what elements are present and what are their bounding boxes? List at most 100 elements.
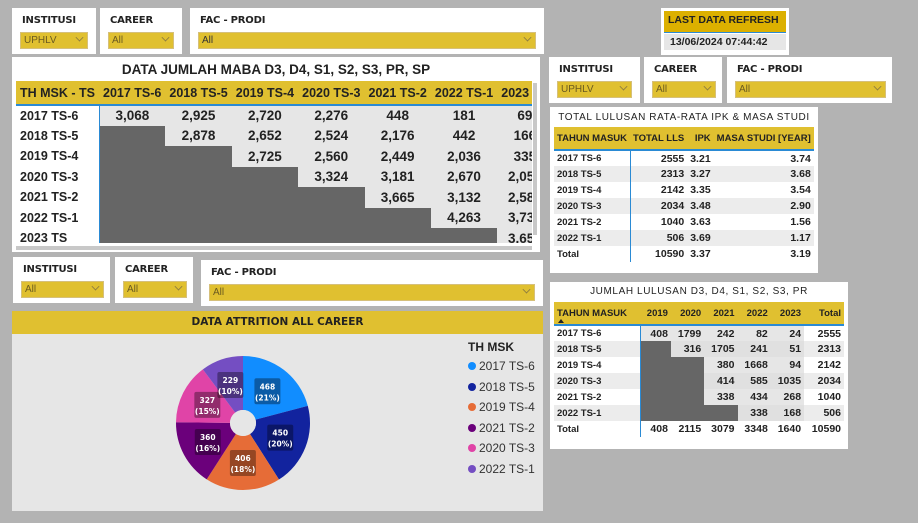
value-cell: 24 — [770, 325, 805, 341]
empty-cell — [231, 207, 299, 228]
dropdown-value: All — [202, 35, 214, 46]
value-cell: 506 — [630, 230, 688, 246]
table-row: 2018 TS-5 316 1705 241 51 2313 — [554, 341, 844, 357]
slice-percent-label: (16%) — [195, 444, 220, 453]
column-header[interactable]: 2021 TS-2 — [364, 81, 431, 106]
column-header[interactable]: 2021 — [704, 302, 738, 326]
row-label: 2020 TS-3 — [16, 166, 100, 187]
legend-item[interactable]: 2021 TS-2 — [468, 418, 535, 439]
lulusan-table: TAHUN MASUK 2019 2020 2021 2022 2023 Total 201… — [554, 302, 844, 437]
row-header-column[interactable]: TH MSK - TS — [16, 81, 99, 106]
horizontal-scrollbar[interactable] — [16, 246, 532, 250]
column-header[interactable]: IPK — [687, 127, 714, 151]
institusi-dropdown[interactable]: All — [21, 281, 104, 298]
dropdown-value: All — [112, 35, 124, 46]
institusi-dropdown[interactable]: UPHLV — [20, 32, 88, 49]
value-cell: 10590 — [811, 423, 841, 435]
column-header[interactable]: 2019 — [640, 302, 671, 326]
value-cell: 2,652 — [231, 125, 299, 146]
value-cell: 3.37 — [690, 248, 711, 260]
column-header[interactable]: 2023 — [770, 302, 805, 326]
column-header[interactable]: 2020 — [670, 302, 705, 326]
slicer-institusi-top: INSTITUSI UPHLV — [12, 8, 96, 54]
value-cell: 316 — [670, 341, 705, 357]
column-header[interactable]: 2022 TS-1 — [430, 81, 498, 106]
slice-percent-label: (21%) — [255, 393, 280, 402]
slice-data-label: 229 (10%) — [217, 372, 244, 399]
value-cell: 2,051 — [497, 166, 532, 187]
career-dropdown[interactable]: All — [108, 32, 174, 49]
column-header[interactable]: 2020 TS-3 — [298, 81, 365, 106]
column-header-label: 2019 — [646, 307, 668, 319]
institusi-dropdown[interactable]: UPHLV — [557, 81, 632, 98]
column-header[interactable]: 2022 — [737, 302, 771, 326]
slicer-career-right: CAREER All — [644, 57, 722, 103]
value-cell: 10590 — [655, 248, 685, 260]
total-row: Total 10590 3.37 3.19 — [554, 246, 814, 262]
slicer-label: CAREER — [125, 264, 168, 275]
column-header[interactable]: TAHUN MASUK — [554, 127, 631, 151]
value-cell: 1040 — [817, 391, 841, 403]
column-header[interactable]: TOTAL LLS — [630, 127, 688, 151]
column-header[interactable]: TAHUN MASUK — [554, 302, 641, 326]
empty-cell — [430, 228, 498, 243]
slicer-label: FAC - PRODI — [200, 15, 266, 26]
career-dropdown[interactable]: All — [652, 81, 716, 98]
career-dropdown[interactable]: All — [123, 281, 187, 298]
table-row: 2017 TS-6 408 1799 242 82 24 2555 — [554, 325, 844, 341]
vertical-scrollbar[interactable] — [533, 83, 537, 235]
column-header[interactable]: Total — [804, 302, 844, 326]
legend-item[interactable]: 2022 TS-1 — [468, 459, 535, 480]
dropdown-value: All — [656, 84, 668, 95]
value-cell: 3079 — [711, 423, 735, 435]
value-cell: 181 — [430, 105, 498, 126]
empty-cell — [165, 146, 232, 167]
legend-item[interactable]: 2019 TS-4 — [468, 397, 535, 418]
sort-ascending-icon[interactable] — [558, 319, 564, 323]
row-label: 2021 TS-2 — [16, 187, 100, 208]
table-row: 2022 TS-1 506 3.69 1.17 — [554, 230, 814, 246]
row-label: 2020 TS-3 — [554, 373, 641, 389]
table-row: 2021 TS-2 338 434 268 1040 — [554, 389, 844, 405]
chevron-down-icon — [619, 82, 628, 91]
legend-dot-icon — [468, 423, 476, 432]
column-header[interactable]: 2017 TS-6 — [99, 81, 166, 106]
column-header[interactable]: 2023 TS — [497, 81, 532, 106]
fac-prodi-dropdown[interactable]: All — [198, 32, 536, 49]
dropdown-value: UPHLV — [24, 35, 57, 46]
legend-item[interactable]: 2020 TS-3 — [468, 438, 535, 459]
last-refresh-value: 13/06/2024 07:44:42 — [664, 34, 786, 50]
fac-prodi-dropdown[interactable]: All — [735, 81, 886, 98]
value-cell: 2,725 — [231, 146, 299, 167]
slice-value-label: 450 — [272, 429, 288, 438]
table-row: 2017 TS-6 3,068 2,925 2,720 2,276 448 181 69 — [16, 105, 532, 126]
column-header[interactable]: MASA STUDI [YEAR] — [713, 127, 814, 151]
empty-cell — [704, 405, 738, 421]
empty-cell — [640, 373, 671, 389]
row-label: 2023 TS — [16, 228, 100, 243]
empty-cell — [298, 207, 365, 228]
maba-table-viewport: TH MSK - TS 2017 TS-6 2018 TS-5 2019 TS-4 20… — [16, 81, 532, 243]
row-label: 2022 TS-1 — [554, 230, 631, 246]
value-cell: 1705 — [704, 341, 738, 357]
value-cell: 3.74 — [790, 152, 811, 165]
legend-item[interactable]: 2017 TS-6 — [468, 356, 535, 377]
maba-table-panel: DATA JUMLAH MABA D3, D4, S1, S2, S3, PR,… — [12, 57, 540, 252]
row-label: 2022 TS-1 — [16, 207, 100, 228]
row-label: 2018 TS-5 — [554, 166, 631, 182]
dropdown-value: All — [739, 84, 751, 95]
column-header-label: 2023 — [779, 307, 802, 319]
value-cell: 3.27 — [687, 166, 714, 182]
column-header[interactable]: 2019 TS-4 — [231, 81, 299, 106]
lulusan-table-title: JUMLAH LULUSAN D3, D4, S1, S2, S3, PR — [590, 286, 808, 297]
attrition-pie-chart: 468 (21%) 450 (20%) 406 (18%) 360 (16%) 327 (15%)… — [176, 356, 310, 490]
column-header-label: 2022 — [746, 307, 768, 319]
fac-prodi-dropdown[interactable]: All — [209, 284, 535, 301]
empty-cell — [99, 125, 166, 146]
row-label: 2017 TS-6 — [554, 150, 631, 166]
legend-item[interactable]: 2018 TS-5 — [468, 377, 535, 398]
value-cell: 3,665 — [364, 187, 431, 208]
chevron-down-icon — [161, 33, 170, 42]
value-cell: 94 — [770, 357, 805, 373]
column-header[interactable]: 2018 TS-5 — [165, 81, 232, 106]
